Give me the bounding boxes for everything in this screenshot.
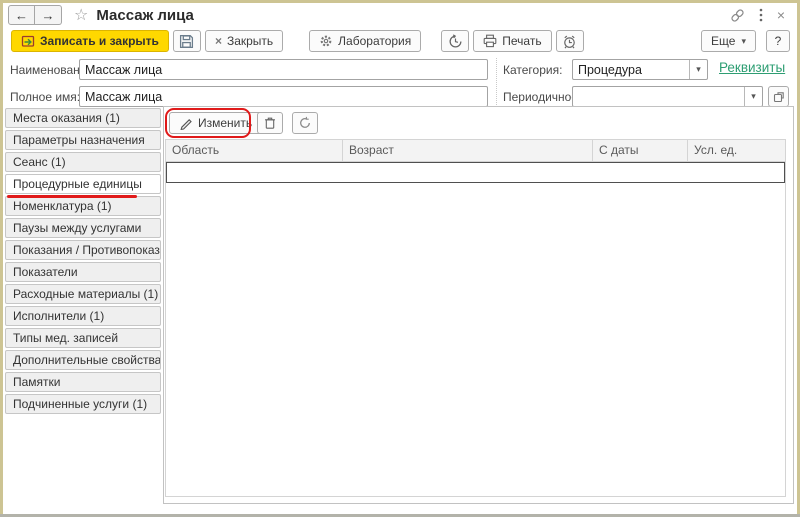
- forward-button[interactable]: →: [35, 5, 62, 25]
- app-window: ← → ☆ Массаж лица × Записать и закрыть ×…: [0, 0, 800, 517]
- sidebar-tab-2[interactable]: Сеанс (1): [5, 152, 161, 172]
- sidebar-tab-3[interactable]: Процедурные единицы: [5, 174, 161, 194]
- toolbar: Записать и закрыть × Закрыть Лаборатория…: [3, 27, 797, 55]
- refresh-button[interactable]: [292, 112, 318, 134]
- category-label: Категория:: [503, 63, 563, 77]
- pencil-icon: [179, 116, 193, 130]
- more-label: Еще: [711, 34, 736, 48]
- laboratory-button[interactable]: Лаборатория: [309, 30, 422, 52]
- category-select[interactable]: Процедура ▾: [572, 59, 708, 80]
- page-title: Массаж лица: [96, 6, 194, 24]
- laboratory-label: Лаборатория: [338, 34, 412, 48]
- reminder-button[interactable]: [555, 30, 584, 52]
- printer-icon: [483, 34, 497, 48]
- periodicity-select[interactable]: ▾: [572, 86, 763, 107]
- save-and-close-label: Записать и закрыть: [40, 34, 159, 48]
- delete-button[interactable]: [257, 112, 283, 134]
- favorite-star-icon[interactable]: ☆: [74, 5, 88, 25]
- history-icon: [448, 33, 463, 49]
- full-name-label: Полное имя:: [10, 90, 81, 104]
- open-form-icon: [773, 91, 785, 103]
- requisites-link[interactable]: Реквизиты: [719, 60, 785, 75]
- full-name-input[interactable]: [79, 86, 488, 107]
- alarm-clock-icon: [562, 34, 577, 49]
- sidebar-tab-1[interactable]: Параметры назначения: [5, 130, 161, 150]
- link-icon[interactable]: [730, 8, 745, 23]
- help-label: ?: [774, 34, 782, 48]
- column-header[interactable]: С даты: [593, 140, 688, 161]
- annotation-red-underline: [7, 195, 137, 198]
- sidebar-tab-7[interactable]: Показатели: [5, 262, 161, 282]
- sidebar-tab-11[interactable]: Дополнительные свойства: [5, 350, 161, 370]
- print-label: Печать: [502, 34, 542, 48]
- close-x-icon: ×: [214, 34, 222, 48]
- content-panel: Изменить Область Возраст С даты Усл. ед.: [163, 106, 794, 504]
- kebab-menu-icon[interactable]: [759, 8, 763, 22]
- edit-label: Изменить: [198, 116, 253, 130]
- procedure-units-table: Область Возраст С даты Усл. ед.: [165, 139, 786, 497]
- close-label: Закрыть: [226, 34, 274, 48]
- trash-icon: [263, 116, 277, 130]
- sidebar-tab-9[interactable]: Исполнители (1): [5, 306, 161, 326]
- close-window-icon[interactable]: ×: [777, 7, 785, 23]
- sidebar-tab-6[interactable]: Показания / Противопоказания: [5, 240, 161, 260]
- history-button[interactable]: [441, 30, 470, 52]
- save-button[interactable]: [172, 30, 201, 52]
- floppy-icon: [179, 34, 194, 49]
- sidebar-tab-5[interactable]: Паузы между услугами: [5, 218, 161, 238]
- fields-separator: [496, 58, 497, 107]
- sidebar-tabs: Места оказания (1) Параметры назначения Се…: [5, 108, 161, 414]
- more-button[interactable]: Еще ▾: [701, 30, 756, 52]
- sidebar-tab-8[interactable]: Расходные материалы (1): [5, 284, 161, 304]
- category-value: Процедура: [578, 62, 642, 77]
- edit-button[interactable]: Изменить: [169, 112, 263, 134]
- table-row-selected[interactable]: [166, 162, 785, 183]
- chevron-down-icon: ▾: [741, 35, 746, 46]
- table-header: Область Возраст С даты Усл. ед.: [166, 140, 785, 162]
- toolbar-right: Еще ▾ ?: [701, 30, 790, 52]
- sidebar-tab-10[interactable]: Типы мед. записей: [5, 328, 161, 348]
- name-input[interactable]: [79, 59, 488, 80]
- sidebar-tab-12[interactable]: Памятки: [5, 372, 161, 392]
- titlebar-actions: ×: [730, 7, 785, 23]
- save-close-icon: [21, 34, 35, 48]
- column-header[interactable]: Усл. ед.: [688, 140, 785, 161]
- save-and-close-button[interactable]: Записать и закрыть: [11, 30, 169, 52]
- refresh-icon: [298, 116, 312, 130]
- sidebar-tab-4[interactable]: Номенклатура (1): [5, 196, 161, 216]
- sidebar-tab-13[interactable]: Подчиненные услуги (1): [5, 394, 161, 414]
- gear-icon: [319, 34, 333, 48]
- sidebar-tab-0[interactable]: Места оказания (1): [5, 108, 161, 128]
- print-button[interactable]: Печать: [473, 30, 552, 52]
- back-button[interactable]: ←: [8, 5, 35, 25]
- close-button[interactable]: × Закрыть: [204, 30, 284, 52]
- category-dropdown-icon[interactable]: ▾: [689, 60, 707, 79]
- column-header[interactable]: Область: [166, 140, 343, 161]
- column-header[interactable]: Возраст: [343, 140, 593, 161]
- titlebar: ← → ☆ Массаж лица ×: [3, 3, 797, 27]
- periodicity-dropdown-icon[interactable]: ▾: [744, 87, 762, 106]
- periodicity-open-button[interactable]: [768, 86, 789, 107]
- nav-history-group: ← →: [8, 5, 62, 25]
- help-button[interactable]: ?: [766, 30, 790, 52]
